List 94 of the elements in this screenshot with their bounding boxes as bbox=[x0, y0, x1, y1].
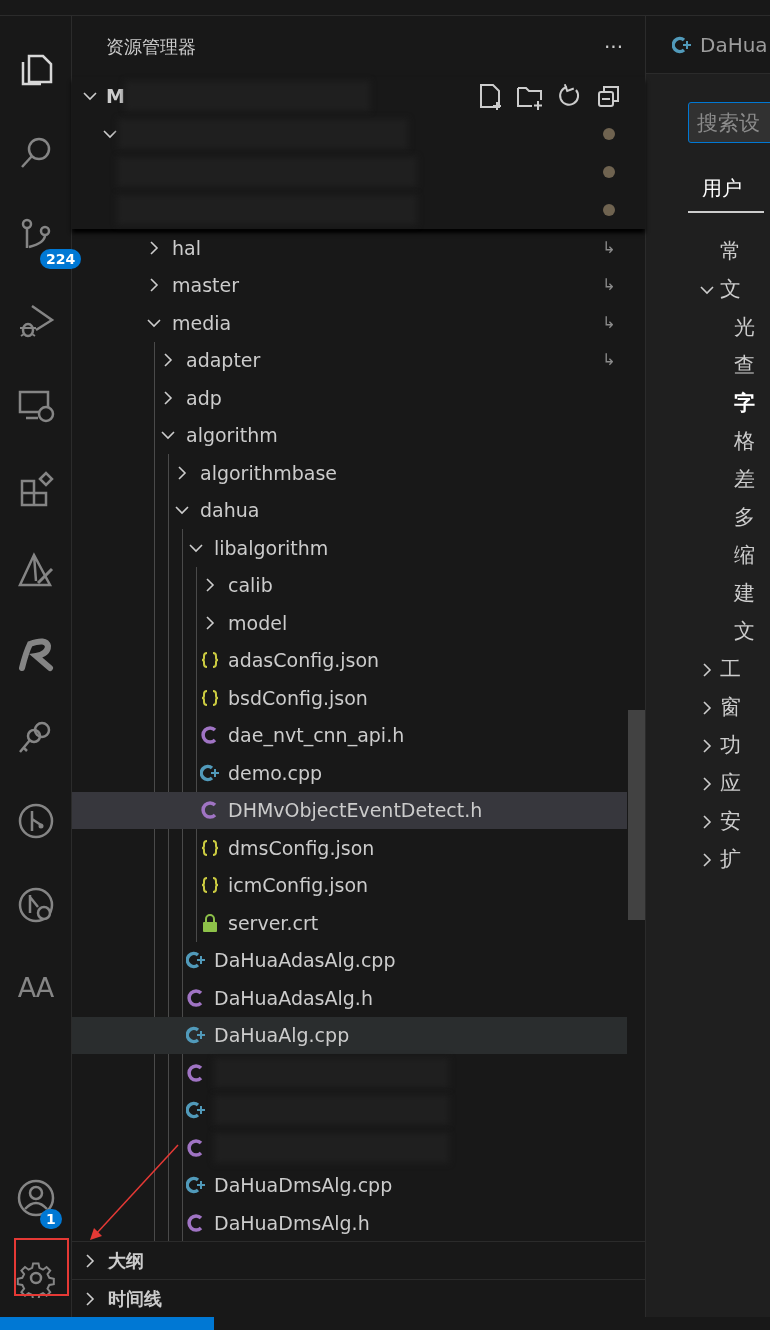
folder-name: adp bbox=[186, 385, 222, 411]
cpp-file-icon bbox=[186, 950, 206, 971]
folder-name: algorithm bbox=[186, 423, 278, 448]
tree-row[interactable]: dahua bbox=[72, 491, 627, 529]
modified-dot-icon bbox=[603, 204, 615, 216]
modified-dot-icon bbox=[603, 166, 615, 178]
settings-toc-item[interactable]: 扩 bbox=[720, 844, 741, 876]
settings-toc-item[interactable]: 应 bbox=[720, 768, 741, 800]
tree-row[interactable]: DaHuaDmsAlg.h bbox=[72, 1204, 627, 1241]
folder-name: model bbox=[228, 610, 288, 636]
tree-row[interactable]: DHMvObjectEventDetect.h bbox=[72, 791, 627, 829]
file-name: DaHuaAdasAlg.h bbox=[214, 985, 373, 1011]
font-size-text[interactable]: AA bbox=[17, 968, 54, 1009]
braces-icon bbox=[200, 875, 220, 896]
tree-row[interactable]: DaHuaDmsAlg.cpp bbox=[72, 1166, 627, 1204]
tree-row[interactable]: bsdConfig.json bbox=[72, 679, 627, 717]
file-name: icmConfig.json bbox=[228, 873, 369, 898]
braces-icon bbox=[200, 687, 220, 708]
tree-row[interactable]: DaHuaAlg.cpp bbox=[72, 1016, 627, 1054]
tree-row[interactable]: adp bbox=[72, 379, 627, 417]
settings-toc-item[interactable]: 多 bbox=[734, 502, 755, 534]
settings-toc-item[interactable]: 工 bbox=[720, 654, 741, 686]
more-actions-button[interactable]: ··· bbox=[603, 31, 623, 62]
settings-toc-item[interactable]: 格 bbox=[734, 426, 755, 458]
cpp-file-icon bbox=[186, 1100, 206, 1121]
search-field[interactable]: 搜索设 bbox=[688, 102, 770, 143]
settings-toc-item[interactable]: 字 bbox=[734, 388, 755, 420]
cpp-file-icon bbox=[186, 1175, 206, 1196]
settings-toc-item[interactable]: 功 bbox=[720, 730, 741, 762]
git-decoration: ↳ bbox=[602, 311, 616, 334]
notification-badge: 224 bbox=[40, 249, 82, 269]
tree-row[interactable]: DaHuaAdasAlg.h bbox=[72, 979, 627, 1017]
settings-toc-item[interactable]: 窗 bbox=[720, 692, 741, 724]
folder-name: M bbox=[106, 83, 125, 109]
cpp-file-icon bbox=[186, 1025, 206, 1046]
settings-toc-item[interactable]: 安 bbox=[720, 806, 741, 838]
file-name: DaHuaAdasAlg.cpp bbox=[214, 948, 396, 973]
file-name: server.crt bbox=[228, 910, 319, 936]
file-name: DaHuaDmsAlg.cpp bbox=[214, 1173, 393, 1198]
settings-toc-item[interactable]: 缩 bbox=[734, 540, 755, 572]
folder-name: adapter bbox=[186, 348, 261, 373]
folder-name: dahua bbox=[200, 498, 260, 523]
panel-title: 资源管理器 bbox=[106, 35, 196, 59]
cpp-file-icon bbox=[672, 34, 692, 55]
tree-row[interactable]: master ↳ bbox=[72, 266, 627, 304]
settings-toc-item[interactable]: 光 bbox=[734, 312, 755, 344]
tree-row[interactable]: icmConfig.json bbox=[72, 866, 627, 904]
settings-toc-item[interactable]: 文 bbox=[734, 616, 755, 648]
tree-row[interactable]: server.crt bbox=[72, 904, 627, 942]
folder-name: media bbox=[172, 310, 232, 336]
tree-row[interactable]: adapter ↳ bbox=[72, 341, 627, 379]
settings-toc-item[interactable]: 差 bbox=[734, 464, 755, 496]
folder-name: master bbox=[172, 273, 239, 298]
file-name: adasConfig.json bbox=[228, 648, 380, 673]
tree-row[interactable]: algorithm bbox=[72, 416, 627, 454]
folder-name: calib bbox=[228, 573, 273, 598]
file-name: dmsConfig.json bbox=[228, 835, 375, 861]
scrollbar-thumb[interactable] bbox=[628, 710, 645, 920]
tree-row[interactable]: algorithmbase bbox=[72, 454, 627, 492]
tree-row[interactable]: calib bbox=[72, 566, 627, 604]
file-name: bsdConfig.json bbox=[228, 685, 368, 711]
git-decoration: ↳ bbox=[602, 274, 616, 297]
tree-row[interactable]: model bbox=[72, 604, 627, 642]
folder-name: libalgorithm bbox=[214, 535, 329, 561]
file-name: demo.cpp bbox=[228, 760, 323, 786]
folder-name: hal bbox=[172, 235, 201, 261]
highlight-box bbox=[14, 1238, 69, 1296]
tree-row[interactable]: DaHuaAdasAlg.cpp bbox=[72, 941, 627, 979]
panel-title[interactable]: 大纲 bbox=[108, 1247, 144, 1274]
settings-toc-item[interactable]: 文 bbox=[720, 274, 741, 306]
notification-badge: 1 bbox=[40, 1209, 62, 1229]
settings-toc-item[interactable]: 查 bbox=[734, 350, 755, 382]
braces-icon bbox=[200, 837, 220, 858]
tree-row[interactable]: demo.cpp bbox=[72, 754, 627, 792]
git-decoration: ↳ bbox=[602, 349, 616, 372]
file-name: DHMvObjectEventDetect.h bbox=[228, 798, 483, 823]
modified-dot-icon bbox=[603, 128, 615, 140]
tree-row[interactable]: dae_nvt_cnn_api.h bbox=[72, 716, 627, 754]
tree-row[interactable]: libalgorithm bbox=[72, 529, 627, 567]
tree-row[interactable]: media ↳ bbox=[72, 304, 627, 342]
settings-toc-item[interactable]: 常 bbox=[720, 236, 741, 268]
settings-toc-item[interactable]: 建 bbox=[734, 578, 755, 610]
file-name: dae_nvt_cnn_api.h bbox=[228, 723, 405, 749]
lock-icon bbox=[200, 912, 220, 933]
braces-icon bbox=[200, 650, 220, 671]
settings-scope-tab[interactable]: 用户 bbox=[688, 173, 764, 213]
file-name: DaHuaAlg.cpp bbox=[214, 1023, 350, 1048]
tree-row[interactable]: adasConfig.json bbox=[72, 641, 627, 679]
git-decoration: ↳ bbox=[602, 236, 616, 259]
panel-title[interactable]: 时间线 bbox=[108, 1285, 162, 1312]
folder-name: algorithmbase bbox=[200, 460, 337, 486]
tree-row[interactable]: dmsConfig.json bbox=[72, 829, 627, 867]
file-name: DaHuaDmsAlg.h bbox=[214, 1210, 370, 1236]
cpp-file-icon bbox=[200, 762, 220, 783]
